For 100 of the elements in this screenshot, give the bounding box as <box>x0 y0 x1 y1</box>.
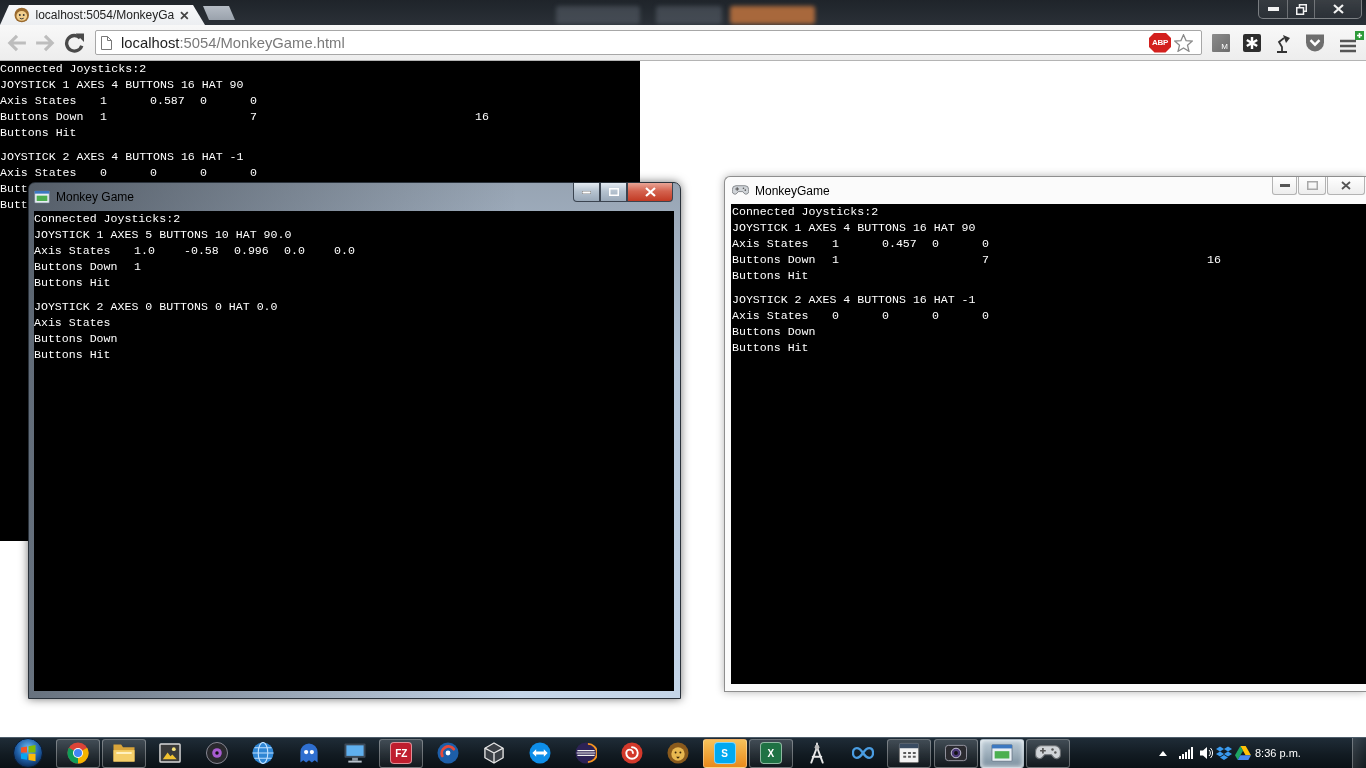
spiral-icon <box>621 742 644 764</box>
button-number: 1 <box>134 259 141 275</box>
gamepad-icon <box>1034 745 1061 761</box>
camera-icon <box>944 742 967 764</box>
browser-tab[interactable]: localhost:5054/MonkeyGa <box>0 5 205 25</box>
taskbar-button[interactable] <box>1025 738 1070 768</box>
triangle-icon[interactable] <box>1235 746 1251 760</box>
row-label: Buttons Hit <box>0 125 77 141</box>
minimize-button[interactable] <box>1259 0 1287 18</box>
row-label: Buttons Down <box>732 252 816 268</box>
row-label: Butt <box>0 197 28 213</box>
minimize-button[interactable] <box>573 183 600 202</box>
axis-value: 1 <box>832 236 839 252</box>
taskbar-button[interactable]: FZ <box>379 738 424 768</box>
axis-value: 0 <box>100 165 107 181</box>
start-button[interactable] <box>12 738 44 768</box>
row-label: Buttons Hit <box>732 268 809 284</box>
restore-icon <box>1295 3 1307 15</box>
star-icon[interactable] <box>1174 33 1193 52</box>
axis-value: 0 <box>982 308 989 324</box>
taskbar-button[interactable] <box>979 738 1024 768</box>
new-tab-button[interactable] <box>203 6 235 20</box>
window-title: Monkey Game <box>56 190 135 204</box>
address-field[interactable]: localhost:5054/MonkeyGame.html ABP <box>95 30 1202 55</box>
clock-time[interactable]: 8:36 p.m. <box>1255 747 1301 759</box>
show-desktop-button[interactable] <box>1352 738 1366 768</box>
axis-value: 0 <box>150 165 157 181</box>
axis-value: 0.996 <box>234 243 269 259</box>
monitor-icon <box>344 742 367 764</box>
close-icon <box>1341 181 1351 190</box>
close-icon <box>644 187 656 197</box>
minimize-button[interactable] <box>1272 177 1297 195</box>
taskbar-button[interactable]: X <box>748 738 793 768</box>
axis-value: 0 <box>250 165 257 181</box>
minimize-icon <box>1279 184 1290 187</box>
button-number: 16 <box>1207 252 1221 268</box>
close-icon[interactable] <box>180 10 189 20</box>
extension-badge[interactable]: M <box>1212 33 1230 52</box>
app-logo: FZ <box>390 742 413 764</box>
taskbar-button[interactable] <box>56 738 100 768</box>
axis-value: 0 <box>882 308 889 324</box>
connection-status: Connected Joysticks:2 <box>0 61 147 77</box>
joystick-header: JOYSTICK 2 AXES 4 BUTTONS 16 HAT -1 <box>732 292 976 308</box>
axis-value: 1.0 <box>134 243 155 259</box>
axis-value: 0.0 <box>284 243 305 259</box>
row-label: Axis States <box>34 315 111 331</box>
row-label: Buttons Down <box>732 324 816 340</box>
joystick-header: JOYSTICK 1 AXES 4 BUTTONS 16 HAT 90 <box>0 77 244 93</box>
caret-icon[interactable] <box>1159 750 1167 756</box>
disc-icon <box>205 742 228 764</box>
diamonds-icon[interactable] <box>1216 745 1232 761</box>
row-label: Axis States <box>0 93 77 109</box>
url-text: localhost:5054/MonkeyGame.html <box>121 34 345 51</box>
asterisk-icon[interactable] <box>1243 33 1261 52</box>
window-title: MonkeyGame <box>755 183 830 198</box>
app-logo: S <box>713 742 736 764</box>
maximize-icon <box>608 188 619 196</box>
arrows-icon <box>528 742 551 764</box>
calendar-icon <box>898 742 921 764</box>
row-label: Buttons Hit <box>34 347 111 363</box>
signal-icon[interactable] <box>1179 747 1193 759</box>
chevron-shield-icon[interactable] <box>1305 33 1325 52</box>
app-logo: X <box>759 742 782 764</box>
maximize-button[interactable] <box>600 183 627 202</box>
axis-value: 1 <box>100 93 107 109</box>
axis-value: 0 <box>832 308 839 324</box>
lamp-icon[interactable] <box>1274 32 1292 53</box>
connection-status: Connected Joysticks:2 <box>34 211 181 227</box>
row-label: Buttons Down <box>34 259 118 275</box>
row-label: Axis States <box>34 243 111 259</box>
axis-value: 0 <box>200 93 207 109</box>
restore-button[interactable] <box>1287 0 1314 18</box>
globe-icon <box>251 742 274 764</box>
axis-value: 0 <box>200 165 207 181</box>
row-label: Butt <box>0 181 28 197</box>
minimize-icon <box>1267 7 1279 11</box>
close-button[interactable] <box>627 183 673 202</box>
striped-sphere-icon <box>575 742 598 764</box>
maximize-icon <box>1306 181 1318 190</box>
gamepad-icon <box>732 185 749 196</box>
monkey-icon <box>14 7 30 23</box>
button-number: 7 <box>250 109 257 125</box>
taskbar-button[interactable] <box>887 738 932 768</box>
axis-value: 0.0 <box>334 243 355 259</box>
joystick-header: JOYSTICK 2 AXES 4 BUTTONS 16 HAT -1 <box>0 149 244 165</box>
button-number: 1 <box>832 252 839 268</box>
row-label: Axis States <box>732 236 809 252</box>
button-number: 1 <box>100 109 107 125</box>
taskbar-button[interactable] <box>102 738 147 768</box>
axis-value: 0.457 <box>882 236 917 252</box>
axis-value: 0 <box>250 93 257 109</box>
ghost-icon <box>297 742 320 764</box>
close-button[interactable] <box>1327 177 1365 195</box>
reload-icon[interactable] <box>64 32 84 53</box>
adblock-badge[interactable]: ABP <box>1149 32 1171 53</box>
axis-value: 0 <box>932 236 939 252</box>
taskbar-button[interactable] <box>933 738 978 768</box>
axis-value: 0 <box>932 308 939 324</box>
speaker-icon[interactable] <box>1199 746 1213 760</box>
connection-status: Connected Joysticks:2 <box>732 204 879 220</box>
